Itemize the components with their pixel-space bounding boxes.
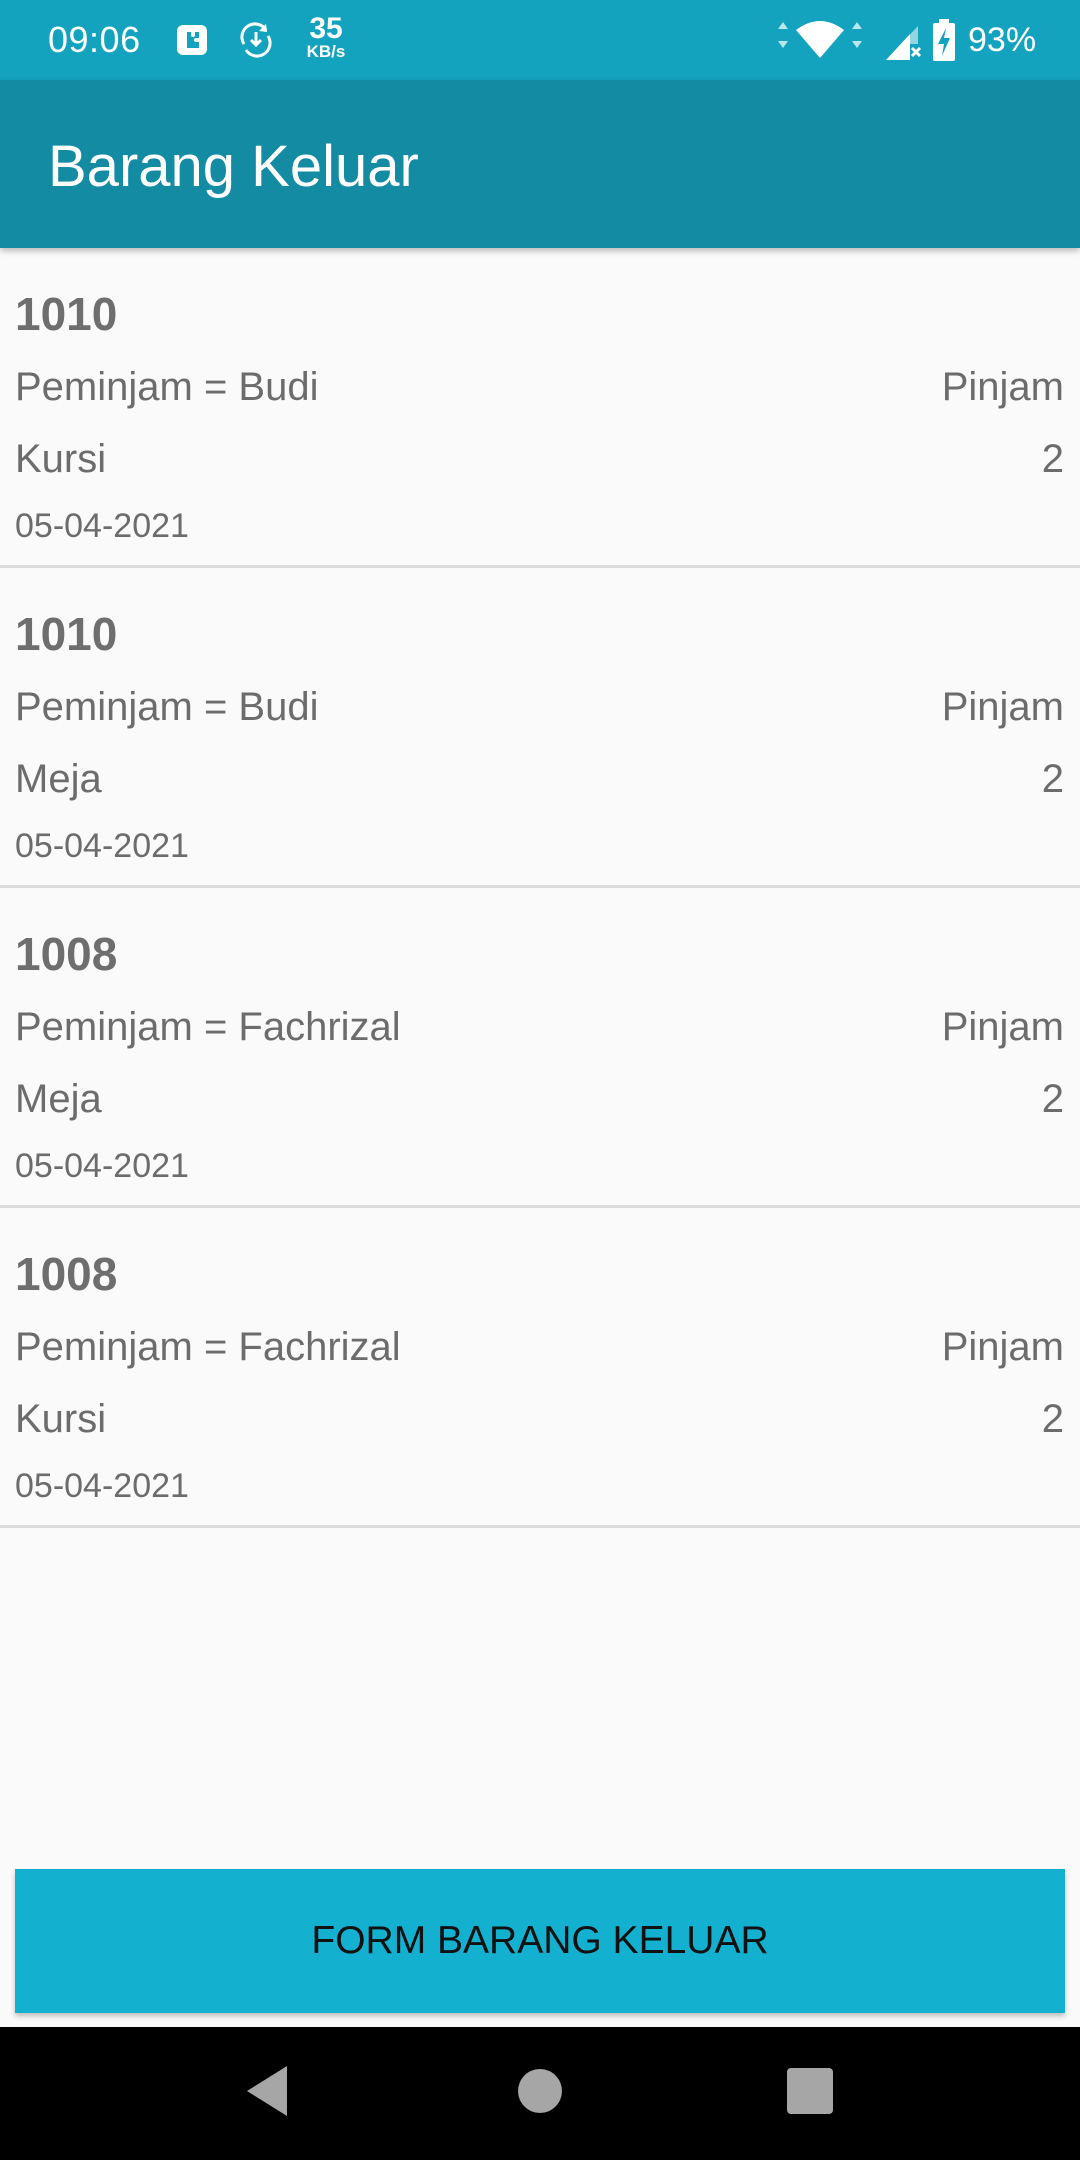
form-barang-keluar-button[interactable]: FORM BARANG KELUAR (15, 1869, 1065, 2013)
item-status: Pinjam (941, 685, 1064, 729)
item-borrower: Peminjam = Fachrizal (15, 1005, 401, 1049)
status-time: 09:06 (48, 19, 141, 60)
item-borrower: Peminjam = Budi (15, 685, 319, 729)
outgoing-goods-list: 1010 Peminjam = Budi Pinjam Kursi 2 05-0… (0, 248, 1080, 1528)
recents-button[interactable] (750, 2027, 870, 2160)
wifi-icon (774, 18, 866, 67)
item-code: 1010 (15, 288, 118, 340)
item-date: 05-04-2021 (15, 827, 189, 865)
item-goods-name: Meja (15, 1077, 102, 1121)
item-quantity: 2 (1041, 757, 1064, 801)
network-speed: 35 KB/s (300, 12, 352, 61)
item-status: Pinjam (941, 1325, 1064, 1369)
item-code: 1008 (15, 1248, 118, 1300)
battery-charging-icon (932, 18, 956, 67)
network-speed-value: 35 (309, 12, 343, 45)
item-date: 05-04-2021 (15, 507, 189, 545)
item-goods-name: Kursi (15, 437, 107, 481)
item-goods-name: Meja (15, 757, 102, 801)
item-status: Pinjam (941, 365, 1064, 409)
status-bar: 09:06 35 KB/s 93% (0, 0, 1080, 80)
back-icon (243, 2064, 291, 2123)
page-title: Barang Keluar (48, 134, 419, 199)
item-code: 1008 (15, 928, 118, 980)
signal-icon (884, 22, 924, 67)
item-status: Pinjam (941, 1005, 1064, 1049)
item-date: 05-04-2021 (15, 1467, 189, 1505)
sync-download-icon (236, 20, 276, 65)
navigation-bar (0, 2027, 1080, 2160)
item-borrower: Peminjam = Fachrizal (15, 1325, 401, 1369)
home-icon (517, 2068, 563, 2119)
app-bar: Barang Keluar (0, 80, 1080, 248)
app-notification-icon (176, 24, 208, 61)
item-quantity: 2 (1041, 437, 1064, 481)
item-code: 1010 (15, 608, 118, 660)
item-quantity: 2 (1041, 1077, 1064, 1121)
item-quantity: 2 (1041, 1397, 1064, 1441)
list-item[interactable]: 1008 Peminjam = Fachrizal Pinjam Kursi 2… (0, 1208, 1080, 1528)
list-item[interactable]: 1008 Peminjam = Fachrizal Pinjam Meja 2 … (0, 888, 1080, 1208)
item-borrower: Peminjam = Budi (15, 365, 319, 409)
battery-percent: 93% (968, 21, 1037, 59)
recents-icon (786, 2067, 834, 2120)
item-goods-name: Kursi (15, 1397, 107, 1441)
home-button[interactable] (480, 2027, 600, 2160)
list-item[interactable]: 1010 Peminjam = Budi Pinjam Kursi 2 05-0… (0, 248, 1080, 568)
network-speed-unit: KB/s (306, 42, 346, 61)
list-item[interactable]: 1010 Peminjam = Budi Pinjam Meja 2 05-04… (0, 568, 1080, 888)
item-date: 05-04-2021 (15, 1147, 189, 1185)
back-button[interactable] (207, 2027, 327, 2160)
